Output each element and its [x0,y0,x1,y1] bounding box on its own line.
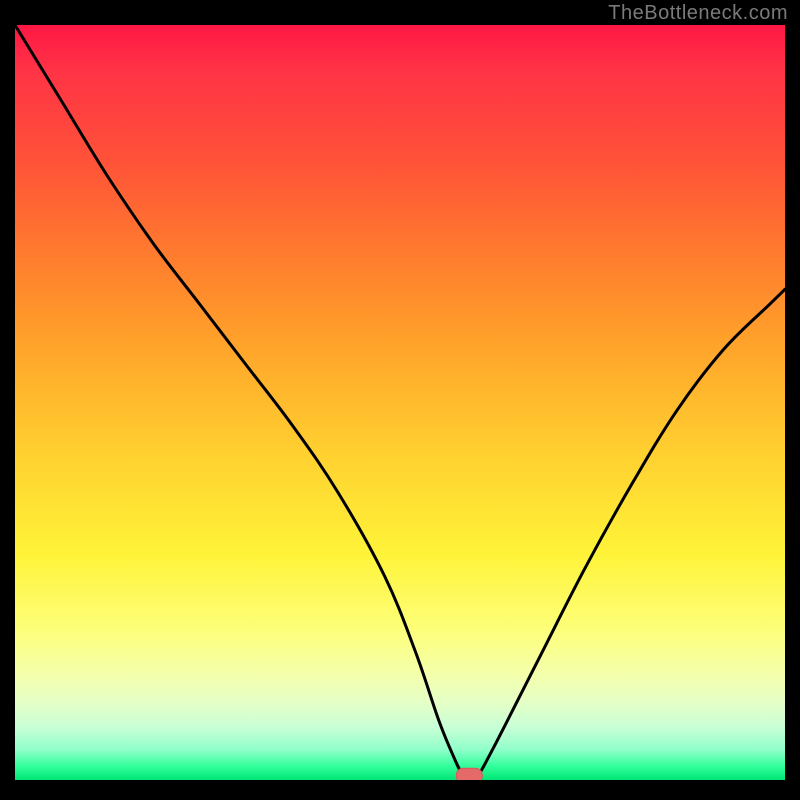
optimal-point-marker [456,768,482,780]
bottleneck-curve-svg [15,25,785,780]
chart-frame: TheBottleneck.com [0,0,800,800]
watermark-text: TheBottleneck.com [608,2,788,25]
bottleneck-curve [15,25,785,778]
plot-area [15,25,785,780]
